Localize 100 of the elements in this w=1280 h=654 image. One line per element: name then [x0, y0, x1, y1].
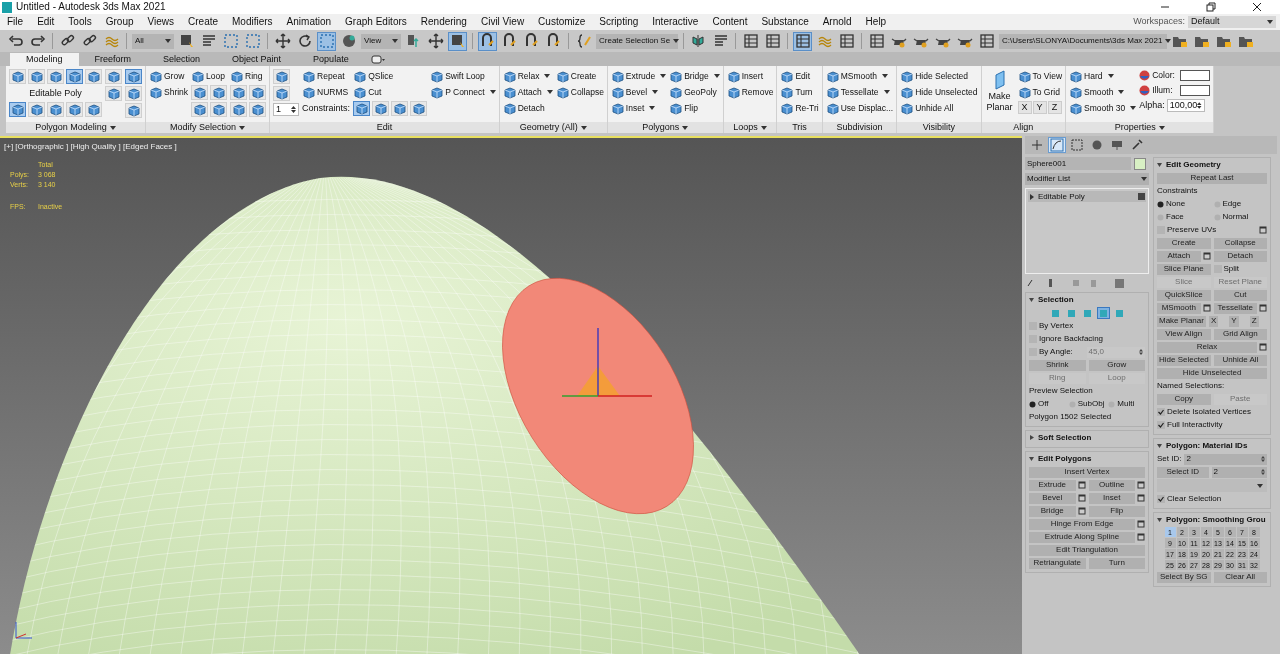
ribbon-button[interactable]: Cut — [353, 85, 428, 99]
panel-button[interactable]: Copy — [1157, 393, 1211, 405]
menu-item[interactable]: Animation — [279, 14, 339, 30]
axis-button[interactable]: Z — [1047, 101, 1062, 114]
ribbon-button[interactable]: Bevel — [610, 85, 667, 99]
tool-button[interactable] — [249, 102, 267, 117]
tool-button[interactable] — [353, 101, 371, 116]
toolbar-button[interactable] — [793, 31, 812, 51]
panel-button[interactable]: Edit Triangulation — [1029, 544, 1145, 556]
menu-item[interactable]: Graph Editors — [338, 14, 414, 30]
ribbon-button[interactable]: Hard — [1069, 69, 1137, 83]
settings-icon[interactable] — [1077, 494, 1086, 502]
checkbox[interactable]: Full Interactivity — [1157, 419, 1267, 431]
ribbon-button[interactable]: Grow — [149, 69, 189, 83]
panel-button[interactable]: Create — [1157, 237, 1211, 249]
object-name-field[interactable]: Sphere001 — [1025, 157, 1131, 170]
settings-icon[interactable] — [1259, 304, 1267, 312]
tool-button[interactable] — [9, 69, 26, 84]
radio-button[interactable]: Multi — [1108, 398, 1145, 410]
checkbox[interactable]: Clear Selection — [1157, 493, 1267, 505]
checkbox[interactable]: Split — [1213, 263, 1267, 275]
tool-button[interactable] — [28, 69, 45, 84]
panel-button[interactable]: Insert Vertex — [1029, 466, 1145, 478]
spinner-field[interactable]: 2 — [1211, 466, 1267, 478]
ribbon-button[interactable]: Create — [555, 69, 604, 83]
ribbon-button[interactable]: Smooth — [1069, 85, 1137, 99]
rollout-header[interactable]: Polygon: Smoothing Grou — [1157, 513, 1267, 526]
tool-button[interactable] — [125, 86, 142, 101]
rollout-header[interactable]: Polygon: Material IDs — [1157, 439, 1267, 452]
menu-item[interactable]: Edit — [30, 14, 62, 30]
tool-button[interactable] — [105, 69, 122, 84]
radio-dot[interactable] — [1029, 400, 1036, 408]
ribbon-button[interactable]: MSmooth — [825, 69, 894, 83]
ribbon-button[interactable]: Bridge — [669, 69, 720, 83]
tool-button[interactable] — [125, 69, 142, 84]
tool-button[interactable] — [47, 102, 64, 117]
ribbon-button[interactable]: Use Displac... — [825, 101, 894, 115]
toolbar-button[interactable] — [273, 31, 292, 51]
checkbox[interactable]: Ignore Backfacing — [1029, 333, 1145, 345]
panel-button[interactable]: Attach — [1157, 250, 1201, 262]
ribbon-button[interactable]: Insert — [726, 69, 774, 83]
ribbon-button[interactable]: Turn — [780, 85, 819, 99]
panel-button[interactable]: Y — [1229, 315, 1239, 327]
settings-icon[interactable] — [1077, 507, 1086, 515]
panel-button[interactable]: Hide Selected — [1157, 354, 1211, 366]
toolbar-button[interactable] — [837, 31, 856, 51]
radio-button[interactable]: Normal — [1213, 211, 1267, 223]
settings-icon[interactable] — [1137, 533, 1145, 541]
checkbox-box[interactable] — [1157, 408, 1165, 416]
panel-button[interactable]: Repeat Last — [1157, 172, 1267, 184]
ribbon-button[interactable]: NURMS — [302, 85, 351, 99]
radio-button[interactable]: None — [1157, 198, 1211, 210]
menu-item[interactable]: Scripting — [592, 14, 646, 30]
panel-button[interactable]: Extrude — [1029, 479, 1076, 491]
panel-button[interactable]: Outline — [1088, 479, 1135, 491]
settings-icon[interactable] — [1137, 494, 1145, 502]
ribbon-button[interactable]: Ring — [230, 69, 267, 83]
settings-icon[interactable] — [1202, 252, 1211, 260]
panel-button[interactable]: Bridge — [1029, 505, 1076, 517]
ribbon-button[interactable]: Hide Unselected — [900, 85, 978, 99]
menu-item[interactable]: Civil View — [473, 14, 532, 30]
panel-button[interactable]: Collapse — [1213, 237, 1267, 249]
ribbon-button[interactable]: Detach — [502, 101, 553, 115]
transform-gizmo-drawing[interactable] — [561, 327, 653, 397]
panel-button[interactable]: X — [1208, 315, 1219, 327]
panel-button[interactable]: Bevel — [1029, 492, 1076, 504]
stack-item[interactable]: Editable Poly — [1028, 191, 1146, 202]
ribbon-button[interactable]: To View — [1017, 69, 1063, 83]
axis-button[interactable]: Y — [1032, 101, 1047, 114]
menu-item[interactable]: Create — [181, 14, 226, 30]
checkbox[interactable]: Delete Isolated Vertices — [1157, 406, 1267, 418]
radio-button[interactable]: Edge — [1213, 198, 1267, 210]
tool-button[interactable] — [125, 103, 142, 118]
menu-item[interactable]: Arnold — [815, 14, 859, 30]
ribbon-button[interactable]: To Grid — [1017, 85, 1063, 99]
panel-button[interactable]: Relax — [1157, 341, 1257, 353]
radio-button[interactable]: Face — [1157, 211, 1211, 223]
ribbon-button[interactable]: QSlice — [353, 69, 428, 83]
ribbon-button[interactable]: Relax — [502, 69, 553, 83]
menu-item[interactable]: Help — [858, 14, 894, 30]
tool-button[interactable] — [210, 85, 228, 100]
panel-button[interactable]: Z — [1249, 315, 1259, 327]
ribbon-button[interactable]: Collapse — [555, 85, 604, 99]
toolbar-button[interactable] — [867, 31, 886, 51]
ribbon-button[interactable]: Edit — [780, 69, 819, 83]
toolbar-button[interactable] — [478, 31, 497, 51]
selected-polygon[interactable] — [502, 278, 694, 514]
radio-button[interactable]: SubObj — [1068, 398, 1106, 410]
settings-icon[interactable] — [1259, 343, 1267, 351]
rollout-header[interactable]: Soft Selection — [1029, 431, 1145, 444]
toolbar-button[interactable] — [448, 31, 467, 51]
checkbox[interactable]: By Vertex — [1029, 320, 1145, 332]
tool-button[interactable] — [273, 69, 291, 84]
panel-button[interactable]: Hide Unselected — [1157, 367, 1267, 379]
menu-item[interactable]: Tools — [61, 14, 99, 30]
panel-button[interactable]: Unhide All — [1213, 354, 1267, 366]
tool-button[interactable] — [28, 102, 45, 117]
ribbon-button[interactable]: Hide Selected — [900, 69, 978, 83]
group-title-button[interactable]: Edit — [376, 123, 393, 132]
tool-button[interactable] — [66, 102, 83, 117]
